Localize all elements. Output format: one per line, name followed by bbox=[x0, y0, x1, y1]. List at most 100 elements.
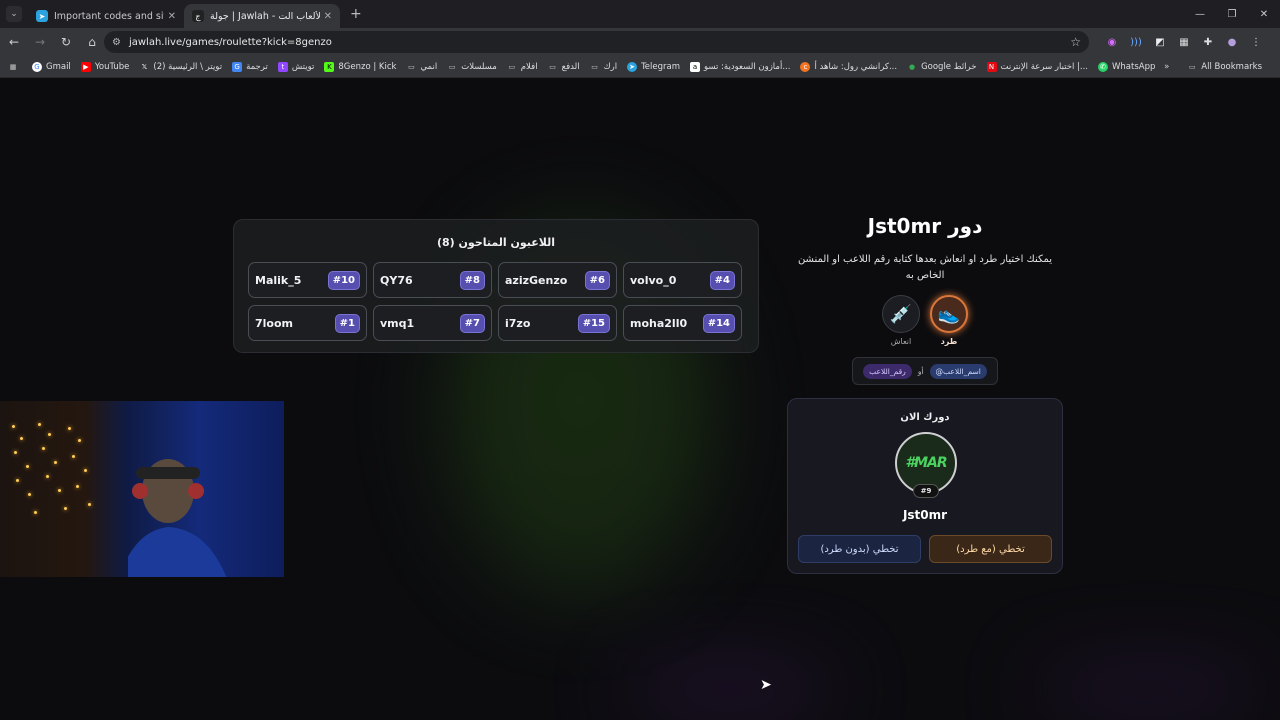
kick-label: طرد bbox=[940, 337, 958, 346]
jawlah-icon: ج bbox=[192, 10, 204, 22]
chevron-right-icon[interactable]: » bbox=[1164, 62, 1169, 72]
extension-color-icon[interactable]: ◉ bbox=[1100, 30, 1124, 54]
profile-avatar-icon[interactable]: ● bbox=[1220, 30, 1244, 54]
bookmark-label: الدفع bbox=[561, 61, 580, 72]
player-number: #4 bbox=[709, 270, 735, 290]
bookmark-folder-ark[interactable]: ▭ ارك bbox=[590, 62, 617, 72]
bookmarks-bar: ▦ G Gmail ▶ YouTube 𝕏 (2) تويتر \ الرئيسية … bbox=[0, 56, 1280, 78]
bookmark-twitter[interactable]: 𝕏 (2) تويتر \ الرئيسية bbox=[139, 62, 223, 72]
kick-icon: K bbox=[324, 61, 335, 72]
minimize-icon[interactable]: — bbox=[1184, 0, 1216, 28]
bookmark-gmail[interactable]: G Gmail bbox=[32, 61, 71, 72]
bookmark-label: كرانشي رول: شاهد أ... bbox=[814, 61, 898, 72]
player-number: #14 bbox=[702, 313, 735, 333]
player-card[interactable]: #6 azizGenzo bbox=[498, 262, 617, 298]
bookmark-label: تويتش bbox=[291, 61, 315, 72]
player-card[interactable]: #7 vmq1 bbox=[373, 305, 492, 341]
apps-grid-icon[interactable]: ▦ bbox=[8, 62, 22, 72]
skip-with-kick-button[interactable]: تخطي (مع طرد) bbox=[929, 535, 1052, 563]
bookmark-folder-payment[interactable]: ▭ الدفع bbox=[548, 61, 580, 72]
folder-icon: ▭ bbox=[591, 62, 598, 71]
player-card[interactable]: #15 i7zo bbox=[498, 305, 617, 341]
player-name: azizGenzo bbox=[505, 273, 568, 287]
new-tab-icon[interactable]: + bbox=[350, 6, 362, 22]
restore-icon[interactable]: ❐ bbox=[1216, 0, 1248, 28]
bookmark-label: ترجمة bbox=[246, 61, 268, 72]
back-icon[interactable]: ← bbox=[2, 30, 26, 54]
tab-title: جولة | Jawlah - منصة الألعاب الت bbox=[210, 10, 320, 22]
bookmark-folder-anime[interactable]: ▭ انمي bbox=[406, 62, 437, 72]
mouse-cursor-icon: ➤ bbox=[760, 677, 772, 693]
close-window-icon[interactable]: ✕ bbox=[1248, 0, 1280, 28]
translate-icon: G bbox=[232, 61, 243, 72]
player-number: #7 bbox=[459, 313, 485, 333]
skip-without-kick-button[interactable]: تخطي (بدون طرد) bbox=[798, 535, 921, 563]
bookmark-label: Telegram bbox=[641, 61, 681, 72]
reload-icon[interactable]: ↻ bbox=[54, 30, 78, 54]
bookmark-whatsapp[interactable]: ✆ WhatsApp bbox=[1098, 61, 1155, 72]
all-bookmarks[interactable]: ▭ All Bookmarks bbox=[1187, 62, 1262, 72]
extensions-puzzle-icon[interactable]: ✚ bbox=[1196, 30, 1220, 54]
player-name: 7loom bbox=[255, 316, 294, 330]
bookmark-label: All Bookmarks bbox=[1201, 62, 1262, 72]
bookmark-label: افلام bbox=[520, 61, 538, 72]
player-name: moha2ll0 bbox=[630, 316, 688, 330]
player-card[interactable]: #1 7loom bbox=[248, 305, 367, 341]
tab-search-icon[interactable]: ⌄ bbox=[6, 6, 22, 22]
player-card[interactable]: #10 Malik_5 bbox=[248, 262, 367, 298]
google-icon: G bbox=[32, 61, 42, 72]
player-card[interactable]: #4 volvo_0 bbox=[623, 262, 742, 298]
extension-leaf-icon[interactable]: ◩ bbox=[1148, 30, 1172, 54]
bookmark-twitch[interactable]: t تويتش bbox=[277, 61, 315, 72]
hint-or: أو bbox=[917, 366, 924, 376]
player-number: #6 bbox=[584, 270, 610, 290]
player-card[interactable]: #14 moha2ll0 bbox=[623, 305, 742, 341]
address-bar[interactable]: ⚙ jawlah.live/games/roulette?kick=8genzo… bbox=[104, 31, 1089, 53]
player-name: i7zo bbox=[505, 316, 531, 330]
bookmark-telegram[interactable]: ➤ Telegram bbox=[627, 61, 681, 72]
url-text: jawlah.live/games/roulette?kick=8genzo bbox=[128, 36, 332, 48]
hint-mention-chip: @اسم_اللاعب bbox=[929, 363, 987, 379]
bookmark-youtube[interactable]: ▶ YouTube bbox=[80, 61, 129, 72]
available-players-panel: اللاعبون المتاحون (8) #4 volvo_0 #6 azizGe… bbox=[233, 219, 759, 353]
menu-dots-icon[interactable]: ⋮ bbox=[1244, 30, 1268, 54]
bookmark-label: مسلسلات bbox=[461, 61, 497, 72]
extension-grid-icon[interactable]: ▦ bbox=[1172, 30, 1196, 54]
bookmark-folder-series[interactable]: ▭ مسلسلات bbox=[447, 62, 497, 72]
home-icon[interactable]: ⌂ bbox=[80, 30, 104, 54]
bookmark-label: Google خرائط bbox=[921, 61, 977, 72]
sneaker-icon: 👟 bbox=[930, 295, 968, 333]
bookmark-crunchyroll[interactable]: c كرانشي رول: شاهد أ... bbox=[800, 61, 898, 72]
folder-icon: ▭ bbox=[508, 62, 516, 71]
bookmark-speedtest[interactable]: N اختبار سرعة الإنترنت |... bbox=[986, 61, 1088, 72]
syringe-icon: 💉 bbox=[882, 295, 920, 333]
tab-important-codes[interactable]: ➤ Important codes and sites | قناة ✕ bbox=[28, 4, 184, 28]
site-info-icon[interactable]: ⚙ bbox=[112, 37, 121, 48]
bookmark-translate[interactable]: G ترجمة bbox=[232, 61, 268, 72]
streamer-silhouette bbox=[128, 459, 227, 577]
bookmark-kick[interactable]: K 8Genzo | Kick bbox=[324, 61, 396, 72]
bookmark-star-icon[interactable]: ☆ bbox=[1070, 35, 1081, 49]
bookmark-amazon[interactable]: a أمازون السعودية: تسو... bbox=[690, 61, 790, 72]
player-card[interactable]: #8 QY76 bbox=[373, 262, 492, 298]
bookmark-folder-movies[interactable]: ▭ افلام bbox=[507, 61, 538, 72]
tab-jawlah[interactable]: ج جولة | Jawlah - منصة الألعاب الت ✕ bbox=[184, 4, 340, 28]
speedtest-icon: N bbox=[986, 61, 997, 72]
player-name: QY76 bbox=[380, 273, 413, 287]
bookmarks-right: » ▭ All Bookmarks bbox=[1164, 56, 1272, 78]
close-icon[interactable]: ✕ bbox=[324, 11, 332, 22]
tab-title: Important codes and sites | قناة bbox=[54, 10, 164, 22]
background-glow-purple bbox=[1030, 669, 1270, 709]
extension-audio-icon[interactable]: ))) bbox=[1124, 30, 1148, 54]
player-number: #1 bbox=[334, 313, 360, 333]
turn-description: يمكنك اختيار طرد او انعاش بعدها كتابة رق… bbox=[797, 254, 1053, 281]
bookmark-maps[interactable]: ● Google خرائط bbox=[907, 61, 977, 72]
folder-icon: ▭ bbox=[408, 62, 415, 71]
folder-icon: ▭ bbox=[549, 62, 556, 71]
window-controls: — ❐ ✕ bbox=[1184, 0, 1280, 28]
kick-action[interactable]: 👟 طرد bbox=[929, 295, 969, 346]
telegram-icon: ➤ bbox=[36, 10, 48, 22]
close-icon[interactable]: ✕ bbox=[168, 11, 176, 22]
revive-action[interactable]: 💉 انعاش bbox=[881, 295, 921, 346]
forward-icon[interactable]: → bbox=[28, 30, 52, 54]
